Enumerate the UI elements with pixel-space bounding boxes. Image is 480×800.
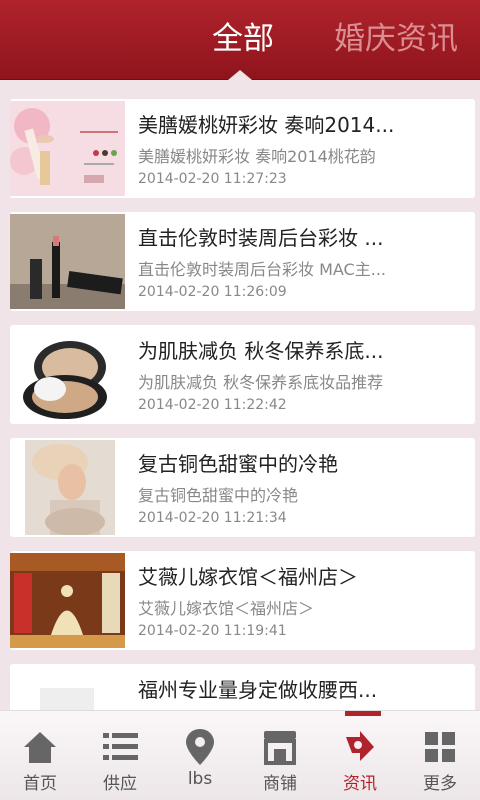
active-tab-indicator [228,70,252,80]
article-thumbnail [10,553,125,648]
article-title: 福州专业量身定做收腰西... [138,678,378,702]
article-summary: 为肌肤减负 秋冬保养系底妆品推荐 [138,373,384,392]
article-time: 2014-02-20 11:22:42 [138,397,287,413]
list-icon [103,733,138,760]
list-item[interactable]: 复古铜色甜蜜中的冷艳 复古铜色甜蜜中的冷艳 2014-02-20 11:21:3… [10,438,475,537]
article-thumbnail [10,327,125,422]
article-time: 2014-02-20 11:21:34 [138,510,287,526]
location-pin-icon [186,729,214,765]
article-title: 直击伦敦时装周后台彩妆 ... [138,226,384,250]
article-title: 为肌肤减负 秋冬保养系底... [138,339,384,363]
list-item[interactable]: 直击伦敦时装周后台彩妆 ... 直击伦敦时装周后台彩妆 MAC主... 2014… [10,212,475,311]
article-list[interactable]: 美膳媛桃妍彩妆 奏响2014... 美膳媛桃妍彩妆 奏响2014桃花韵 2014… [0,80,480,710]
nav-more[interactable]: 更多 [400,711,480,800]
bottom-navigation: 首页 供应 lbs 商铺 资讯 更多 [0,710,480,800]
nav-store[interactable]: 商铺 [240,711,320,800]
store-icon [264,731,296,765]
news-icon [346,731,374,761]
article-summary: 复古铜色甜蜜中的冷艳 [138,486,299,505]
nav-news-label: 资讯 [343,774,377,794]
article-title: 复古铜色甜蜜中的冷艳 [138,452,338,476]
list-item[interactable]: 福州专业量身定做收腰西... [10,664,475,710]
nav-lbs-label: lbs [187,769,213,789]
article-time: 2014-02-20 11:26:09 [138,284,287,300]
nav-more-label: 更多 [423,774,457,794]
nav-store-label: 商铺 [263,774,297,794]
tab-wedding-news[interactable]: 婚庆资讯 [334,14,458,64]
nav-lbs[interactable]: lbs [160,711,240,800]
tab-all[interactable]: 全部 [212,14,274,64]
list-item[interactable]: 为肌肤减负 秋冬保养系底... 为肌肤减负 秋冬保养系底妆品推荐 2014-02… [10,325,475,424]
article-thumbnail [10,440,125,535]
nav-news[interactable]: 资讯 [320,711,400,800]
nav-home-label: 首页 [23,774,57,794]
top-header: 全部 婚庆资讯 [0,0,480,80]
nav-home[interactable]: 首页 [0,711,80,800]
list-item[interactable]: 美膳媛桃妍彩妆 奏响2014... 美膳媛桃妍彩妆 奏响2014桃花韵 2014… [10,99,475,198]
article-thumbnail [10,214,125,309]
article-title: 艾薇儿嫁衣馆＜福州店＞ [138,565,358,589]
article-thumbnail [10,101,125,196]
article-summary: 艾薇儿嫁衣馆＜福州店＞ [138,599,315,618]
article-thumbnail [10,666,125,710]
nav-supply[interactable]: 供应 [80,711,160,800]
article-time: 2014-02-20 11:19:41 [138,623,287,639]
grid-icon [425,732,455,762]
article-title: 美膳媛桃妍彩妆 奏响2014... [138,113,395,137]
article-time: 2014-02-20 11:27:23 [138,171,287,187]
home-icon [24,732,56,763]
article-summary: 美膳媛桃妍彩妆 奏响2014桃花韵 [138,147,376,166]
nav-supply-label: 供应 [103,774,137,794]
list-item[interactable]: 艾薇儿嫁衣馆＜福州店＞ 艾薇儿嫁衣馆＜福州店＞ 2014-02-20 11:19… [10,551,475,650]
article-summary: 直击伦敦时装周后台彩妆 MAC主... [138,260,386,279]
